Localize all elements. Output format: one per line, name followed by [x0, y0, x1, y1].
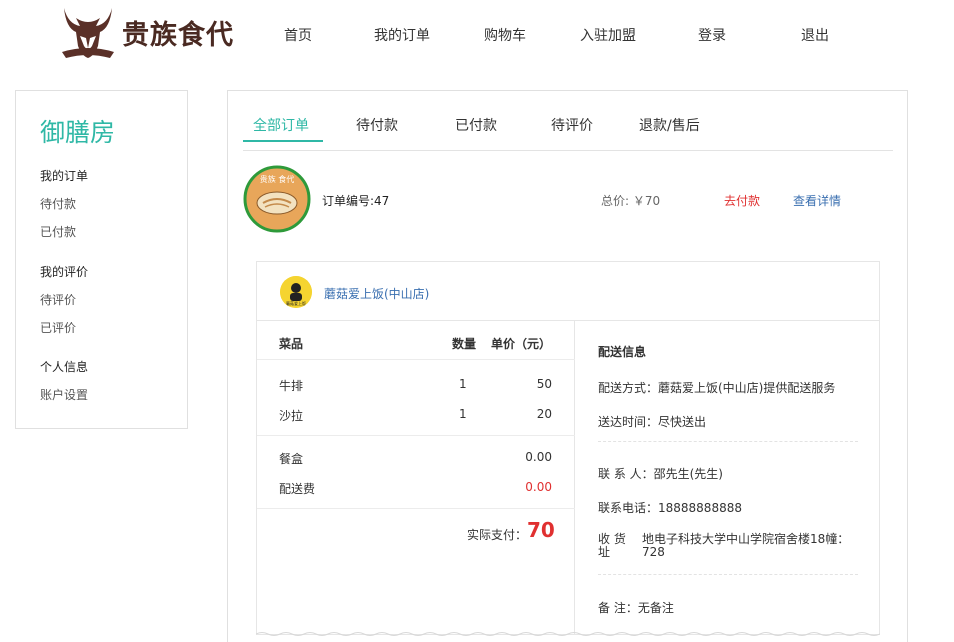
nav-login[interactable]: 登录	[698, 25, 726, 45]
receipt-edge	[256, 632, 880, 636]
sidebar-item-my-reviews[interactable]: 我的评价	[40, 263, 88, 280]
shop-header: 蘑菇爱上饭 蘑菇爱上饭(中山店)	[256, 261, 880, 321]
item-qty: 1	[459, 377, 467, 391]
tab-divider	[243, 150, 893, 151]
sidebar-item-reviewed[interactable]: 已评价	[40, 319, 76, 336]
item-price: 50	[536, 377, 552, 391]
sidebar-title: 御膳房	[40, 118, 116, 147]
delivery-fee-value: 0.00	[525, 480, 552, 494]
shop-name-link[interactable]: 蘑菇爱上饭(中山店)	[324, 285, 429, 302]
box-fee-label: 餐盒	[279, 452, 304, 466]
row-divider	[257, 359, 575, 360]
info-divider	[598, 574, 858, 575]
item-name: 沙拉	[279, 409, 304, 423]
order-note: 备 注：无备注	[598, 601, 674, 615]
view-details-link[interactable]: 查看详情	[793, 192, 841, 209]
delivery-time: 送达时间：尽快送出	[598, 415, 707, 429]
shop-avatar-label: 蘑菇爱上饭	[286, 300, 306, 306]
item-name: 牛排	[279, 379, 304, 393]
address-label: 收 货 址	[598, 532, 626, 559]
nav-cart[interactable]: 购物车	[484, 25, 526, 45]
tab-all-orders[interactable]: 全部订单	[253, 115, 309, 135]
nav-logout[interactable]: 退出	[801, 25, 829, 45]
order-total: 总价: ￥70	[601, 194, 661, 208]
sidebar-item-paid[interactable]: 已付款	[40, 223, 76, 240]
sidebar: 御膳房 我的订单 待付款 已付款 我的评价 待评价 已评价 个人信息 账户设置	[15, 90, 188, 429]
order-number: 订单编号:47	[322, 194, 390, 208]
delivery-fee-label: 配送费	[279, 482, 316, 496]
sidebar-item-pending-review[interactable]: 待评价	[40, 291, 76, 308]
tab-pending-review[interactable]: 待评价	[551, 115, 593, 135]
shop-avatar-icon[interactable]: 蘑菇爱上饭	[280, 276, 312, 308]
nav-join[interactable]: 入驻加盟	[580, 25, 636, 45]
pay-now-link[interactable]: 去付款	[724, 192, 760, 209]
item-price: 20	[536, 407, 552, 421]
header-dish: 菜品	[279, 337, 304, 351]
nav-my-orders[interactable]: 我的订单	[374, 25, 430, 45]
row-divider	[257, 435, 575, 436]
tab-refund[interactable]: 退款/售后	[639, 115, 700, 135]
sidebar-item-personal-info[interactable]: 个人信息	[40, 358, 88, 375]
row-divider	[257, 508, 575, 509]
top-nav: 首页 我的订单 购物车 入驻加盟 登录 退出	[0, 25, 954, 45]
items-table: 菜品 数量 单价（元） 牛排 1 50 沙拉 1 20 餐盒 0.00 配送费 …	[257, 320, 575, 635]
sidebar-item-my-orders[interactable]: 我的订单	[40, 167, 88, 184]
order-detail: 菜品 数量 单价（元） 牛排 1 50 沙拉 1 20 餐盒 0.00 配送费 …	[256, 320, 880, 635]
sidebar-item-account-settings[interactable]: 账户设置	[40, 386, 88, 403]
actual-pay-value: 70	[527, 518, 555, 542]
sidebar-item-pending-payment[interactable]: 待付款	[40, 195, 76, 212]
address-value: 地电子科技大学中山学院宿舍楼18幢：728	[642, 532, 850, 559]
delivery-method: 配送方式：蘑菇爱上饭(中山店)提供配送服务	[598, 381, 836, 395]
contact-person: 联 系 人：邵先生(先生)	[598, 467, 723, 481]
orders-panel: 全部订单 待付款 已付款 待评价 退款/售后 贵族 食代 订单编号:47 总价:…	[227, 90, 908, 642]
tab-paid[interactable]: 已付款	[455, 115, 497, 135]
tab-pending-payment[interactable]: 待付款	[356, 115, 398, 135]
actual-pay-label: 实际支付：	[467, 528, 528, 542]
delivery-info-title: 配送信息	[598, 345, 647, 359]
item-qty: 1	[459, 407, 467, 421]
order-image[interactable]: 贵族 食代	[243, 165, 311, 233]
header-unit-price: 单价（元）	[491, 337, 552, 351]
active-tab-indicator	[243, 140, 323, 142]
info-divider	[598, 441, 858, 442]
nav-home[interactable]: 首页	[284, 25, 312, 45]
order-image-caption: 贵族 食代	[260, 174, 295, 184]
header-qty: 数量	[452, 337, 477, 351]
contact-phone: 联系电话：18888888888	[598, 501, 742, 515]
box-fee-value: 0.00	[525, 450, 552, 464]
